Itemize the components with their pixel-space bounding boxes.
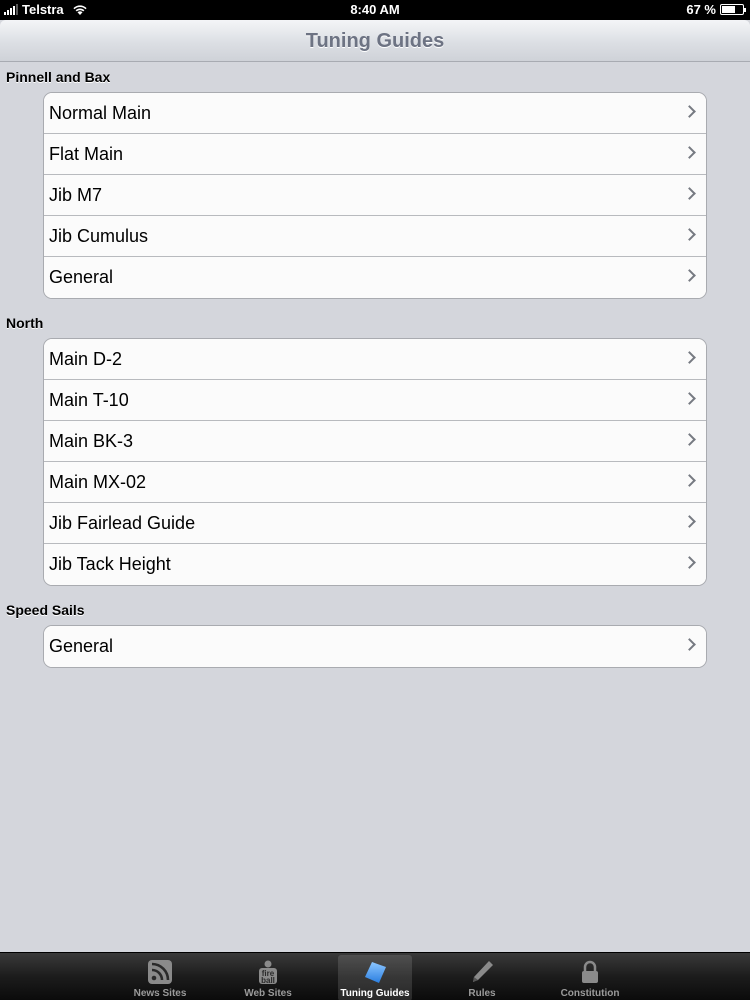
list-item-label: General	[49, 267, 114, 287]
tab-label: News Sites	[133, 988, 187, 999]
list-item[interactable]: Jib Cumulus	[44, 216, 706, 257]
list-item[interactable]: Main BK-3	[44, 421, 706, 462]
list-item-label: Jib Tack Height	[49, 554, 171, 574]
list-item[interactable]: Jib Tack Height	[44, 544, 706, 585]
list-item-label: Main T-10	[49, 389, 129, 410]
tab-label: Web Sites	[244, 988, 292, 999]
list-item-label: Jib Fairlead Guide	[49, 512, 196, 533]
chevron-right-icon	[683, 433, 696, 446]
chevron-right-icon	[683, 392, 696, 405]
status-right: 67 %	[686, 2, 746, 17]
list-item-label: Main BK-3	[49, 430, 134, 451]
list-item[interactable]: Main MX-02	[44, 462, 706, 503]
section-header: Pinnell and Bax	[6, 69, 111, 85]
tab-tuning-guides[interactable]: Tuning Guides	[338, 955, 412, 1000]
chevron-right-icon	[683, 556, 696, 569]
list-item[interactable]: Normal Main	[44, 93, 706, 134]
table-group: Normal Main Flat Main Jib M7 Jib Cumulus…	[43, 92, 707, 299]
tab-web-sites[interactable]: fire ball Web Sites	[231, 955, 305, 1000]
list-item-label: Flat Main	[49, 143, 124, 164]
chevron-right-icon	[683, 351, 696, 364]
list-item[interactable]: General	[44, 257, 706, 298]
sail-icon	[365, 962, 386, 983]
battery-fill	[722, 6, 736, 13]
list-item[interactable]: Jib M7	[44, 175, 706, 216]
status-bar: Telstra 8:40 AM 67 %	[0, 0, 750, 20]
tab-bar: News Sites fire ball Web Sites Tuning Gu…	[0, 952, 750, 1000]
rss-icon	[148, 960, 172, 984]
section-header: North	[6, 315, 44, 331]
list-item[interactable]: Jib Fairlead Guide	[44, 503, 706, 544]
battery-icon	[720, 4, 746, 15]
tab-rules[interactable]: Rules	[445, 955, 519, 1000]
list-item[interactable]: Flat Main	[44, 134, 706, 175]
page-title: Tuning Guides	[305, 30, 445, 52]
list-item[interactable]: Main D-2	[44, 339, 706, 380]
status-time: 8:40 AM	[350, 2, 400, 17]
pencil-icon	[473, 961, 493, 982]
chevron-right-icon	[683, 269, 696, 282]
list-item-label: Main MX-02	[49, 471, 147, 492]
list-item-label: Normal Main	[49, 102, 152, 123]
chevron-right-icon	[683, 638, 696, 651]
tab-news-sites[interactable]: News Sites	[123, 955, 197, 1000]
list-item-label: Jib M7	[49, 184, 103, 205]
list-item[interactable]: General	[44, 626, 706, 667]
fireball-icon: fire ball	[259, 960, 277, 985]
table-group: Main D-2 Main T-10 Main BK-3 Main MX-02 …	[43, 338, 707, 586]
list-item-label: Jib Cumulus	[49, 225, 149, 246]
section-header: Speed Sails	[6, 602, 85, 618]
list-item-label: General	[49, 636, 114, 656]
chevron-right-icon	[683, 146, 696, 159]
battery-percentage: 67 %	[686, 2, 716, 17]
tab-label: Tuning Guides	[340, 988, 410, 999]
chevron-right-icon	[683, 515, 696, 528]
tab-label: Constitution	[560, 988, 620, 999]
lock-icon	[582, 960, 598, 983]
chevron-right-icon	[683, 228, 696, 241]
tab-constitution[interactable]: Constitution	[553, 955, 627, 1000]
list-item[interactable]: Main T-10	[44, 380, 706, 421]
table-group: General	[43, 625, 707, 668]
list-item-label: Main D-2	[49, 348, 123, 369]
chevron-right-icon	[683, 105, 696, 118]
chevron-right-icon	[683, 187, 696, 200]
navigation-bar: Tuning Guides	[0, 20, 750, 62]
chevron-right-icon	[683, 474, 696, 487]
tab-label: Rules	[468, 988, 496, 999]
svg-text:ball: ball	[261, 976, 275, 985]
